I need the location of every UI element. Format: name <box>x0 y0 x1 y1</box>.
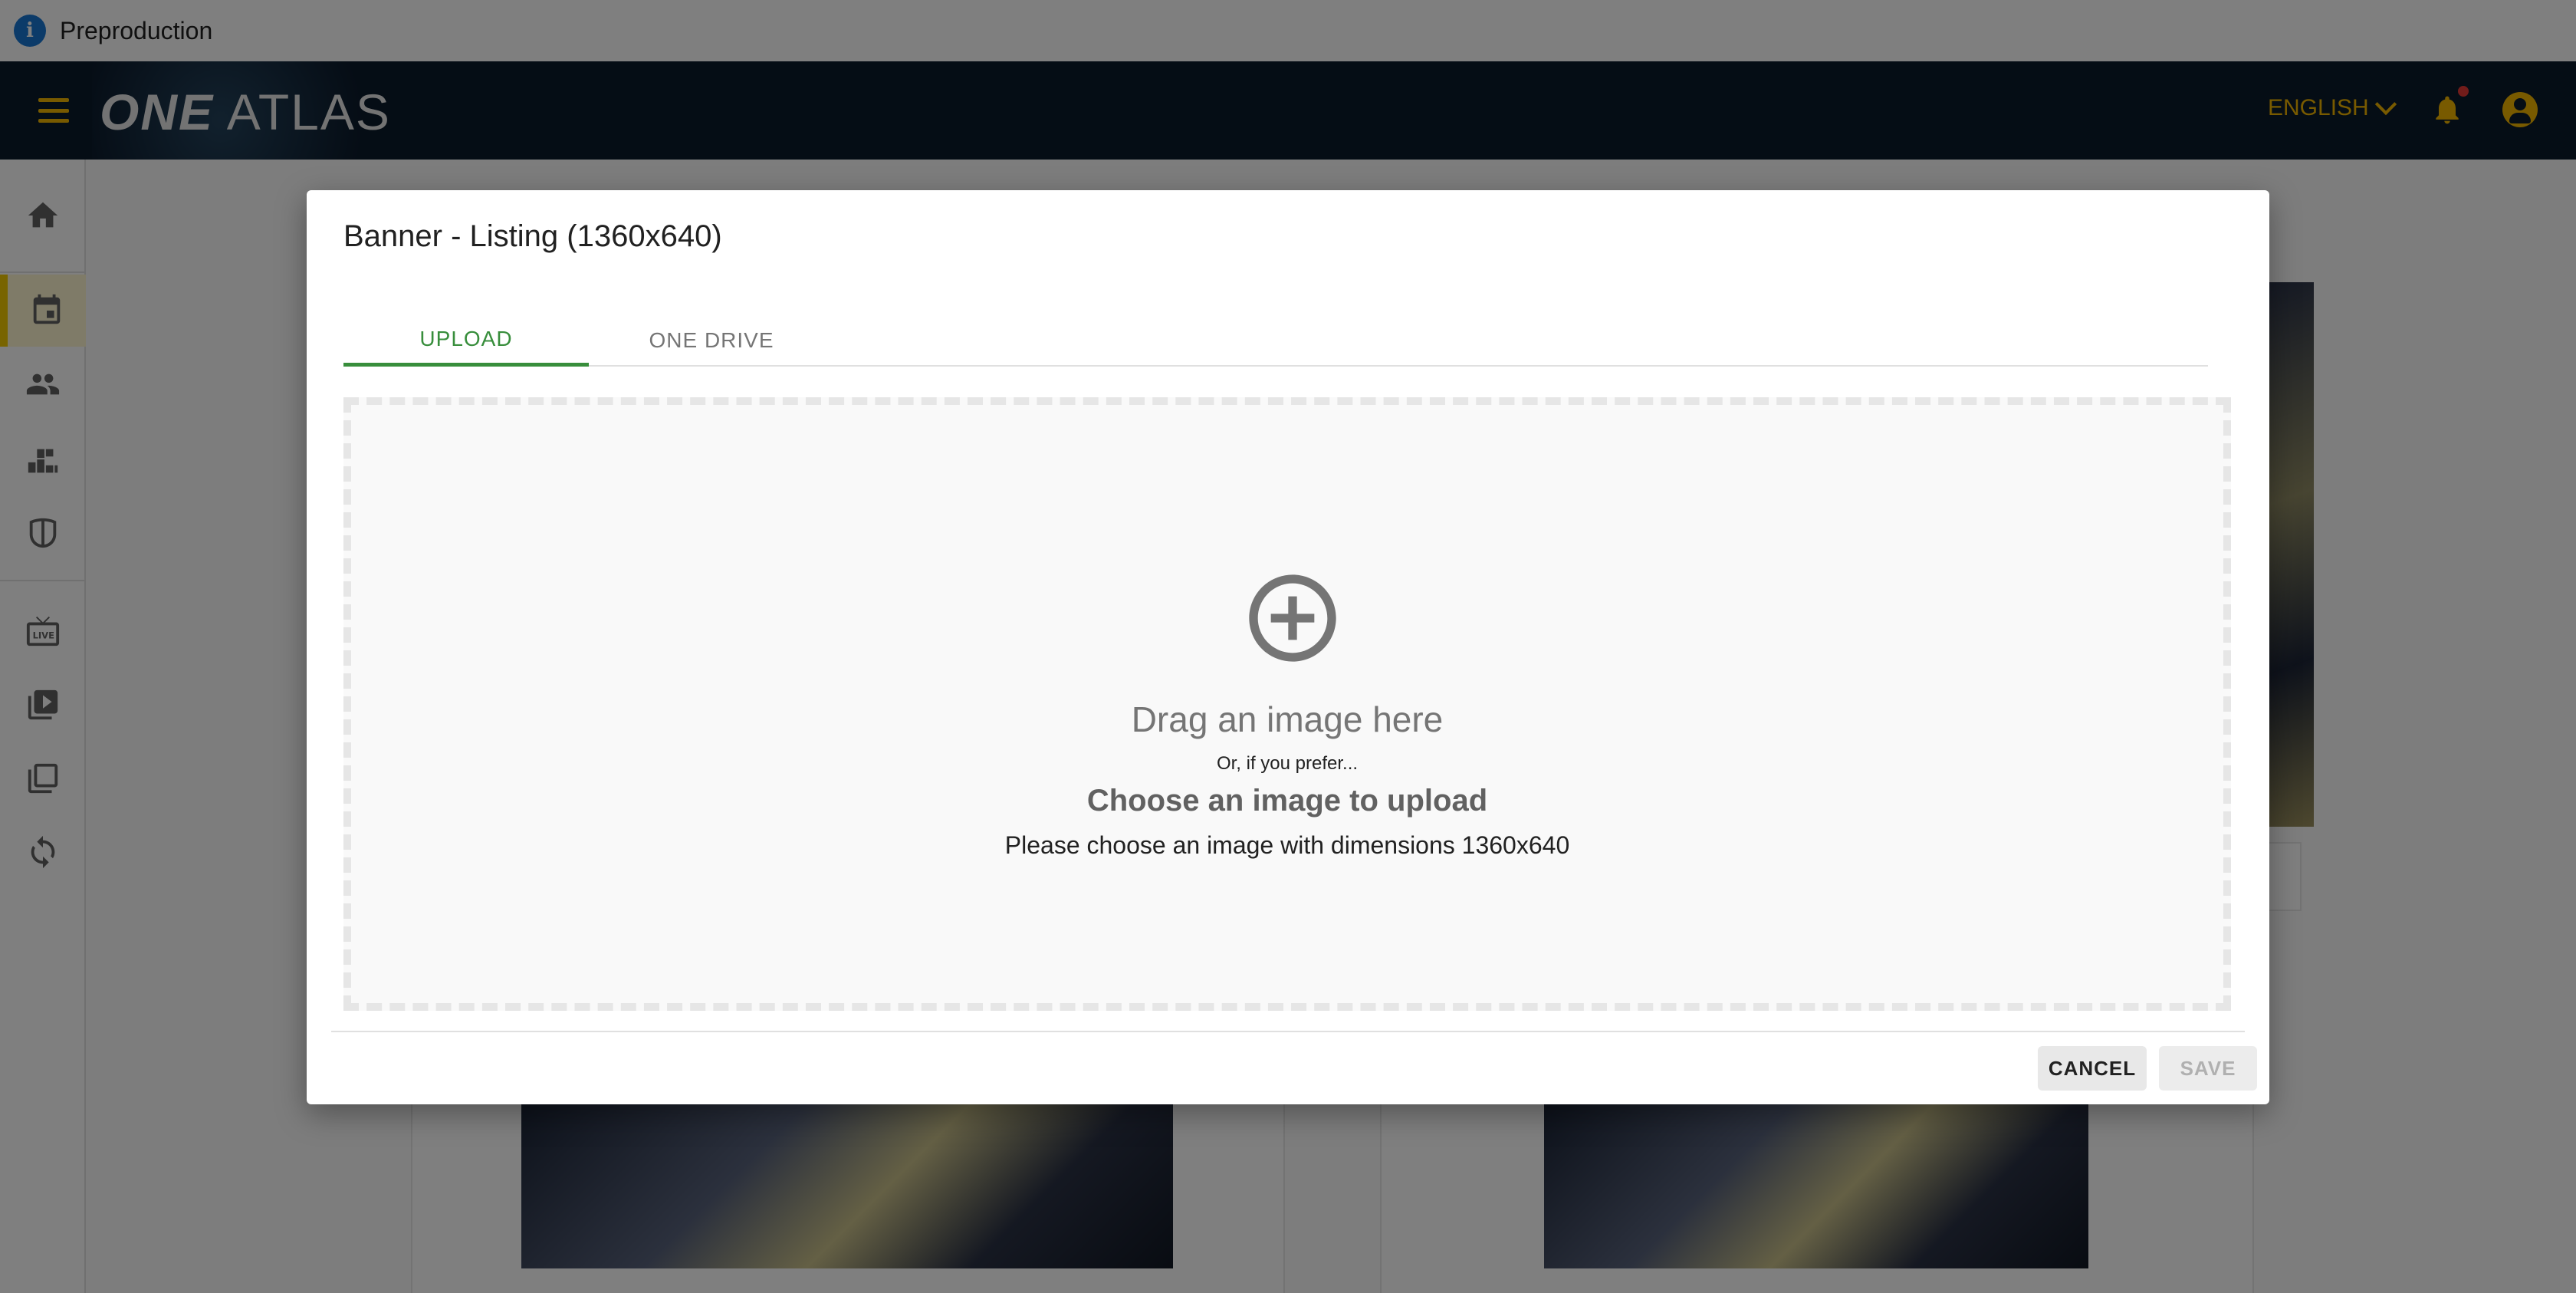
dialog-title: Banner - Listing (1360x640) <box>343 219 722 253</box>
dimensions-hint: Please choose an image with dimensions 1… <box>1004 831 1570 859</box>
add-circle-icon <box>1249 574 1336 662</box>
image-upload-dialog: Banner - Listing (1360x640) UPLOAD ONE D… <box>307 190 2269 1104</box>
dropzone-title: Drag an image here <box>1131 699 1444 739</box>
save-button[interactable]: SAVE <box>2159 1046 2257 1091</box>
cancel-button[interactable]: CANCEL <box>2038 1046 2147 1091</box>
image-dropzone[interactable]: Drag an image here Or, if you prefer... … <box>343 397 2231 1011</box>
dialog-divider <box>331 1031 2245 1032</box>
tab-one-drive[interactable]: ONE DRIVE <box>589 314 834 367</box>
tab-upload[interactable]: UPLOAD <box>343 314 589 367</box>
choose-image-link[interactable]: Choose an image to upload <box>351 784 2223 818</box>
dropzone-or-text: Or, if you prefer... <box>1216 753 1359 774</box>
dialog-tabs: UPLOAD ONE DRIVE <box>343 314 2208 367</box>
